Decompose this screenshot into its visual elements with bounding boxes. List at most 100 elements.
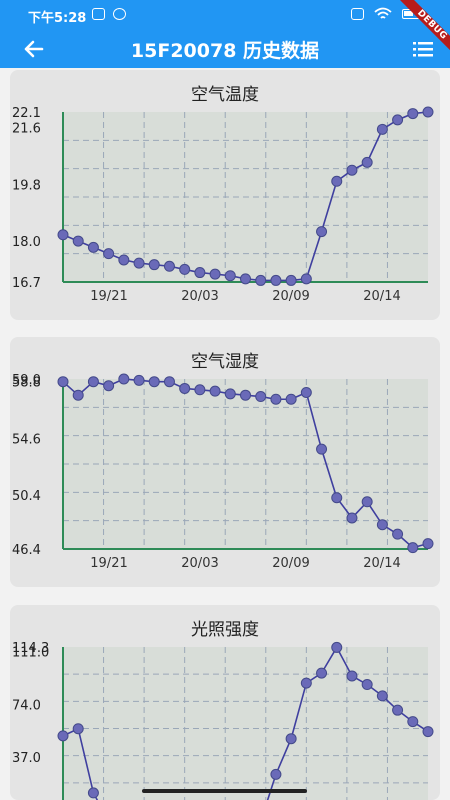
x-tick-label: 20/14 [363, 289, 400, 304]
data-point [163, 260, 175, 272]
data-point [392, 114, 404, 126]
data-point [361, 496, 373, 508]
data-point [103, 380, 115, 392]
home-indicator[interactable] [142, 789, 307, 793]
data-point [300, 677, 312, 689]
data-point [87, 787, 99, 799]
y-tick-label: 46.4 [12, 543, 41, 558]
sim-icon [351, 8, 364, 20]
data-point [163, 376, 175, 388]
data-point [422, 538, 434, 550]
data-point [331, 492, 343, 504]
y-tick-label: 50.4 [12, 489, 41, 504]
data-point [57, 229, 69, 241]
data-point [57, 376, 69, 388]
data-point [148, 259, 160, 271]
data-point [285, 393, 297, 405]
debug-label: DEBUG [400, 0, 450, 57]
data-point [422, 106, 434, 118]
data-point [103, 248, 115, 260]
data-point [316, 667, 328, 679]
data-point [376, 519, 388, 531]
x-tick-label: 19/21 [90, 289, 127, 304]
data-point [346, 512, 358, 524]
data-point [194, 384, 206, 396]
data-point [179, 382, 191, 394]
data-point [346, 164, 358, 176]
temperature-chart: 22.121.6 19.8 18.0 16.7 19/21 20/03 20/09 20/14 [12, 106, 434, 304]
page-title: 15F20078 历史数据 [130, 40, 320, 62]
data-point [361, 156, 373, 168]
debug-banner: DEBUG [390, 0, 450, 60]
data-point [300, 273, 312, 285]
data-point [255, 391, 267, 403]
y-tick-label: 19.8 [12, 178, 41, 193]
data-point [72, 389, 84, 401]
data-point [118, 254, 130, 266]
data-point [316, 443, 328, 455]
data-point [209, 268, 221, 280]
data-point [133, 257, 145, 269]
data-point [148, 376, 160, 388]
data-point [331, 175, 343, 187]
data-point [407, 542, 419, 554]
y-tick-label: 37.0 [12, 751, 41, 766]
data-point [72, 723, 84, 735]
status-bar: 下午5:28 [0, 0, 450, 30]
data-point [407, 108, 419, 120]
data-point [209, 385, 221, 397]
light-chart-card: 光照强度 114.3 111.0 74.0 37.0 [10, 605, 440, 800]
x-tick-label: 20/03 [181, 556, 218, 571]
y-tick-label: 18.0 [12, 235, 41, 250]
plot-area [63, 647, 428, 800]
data-point [376, 123, 388, 135]
x-tick-label: 20/03 [181, 289, 218, 304]
app-notification-icon [92, 8, 105, 20]
app-bar: 15F20078 历史数据 [0, 30, 450, 68]
data-point [422, 726, 434, 738]
y-tick-label: 21.6 [12, 122, 41, 137]
humidity-chart: 59.058.854.650.446.419/21 20/03 20/09 20/14 [12, 373, 434, 571]
humidity-chart-card: 空气湿度 59.0 58.8 54.6 50.4 46.4 19/21 20/03 20/09… [10, 337, 440, 587]
data-point [285, 733, 297, 745]
data-point [376, 690, 388, 702]
data-point [133, 374, 145, 386]
data-point [285, 274, 297, 286]
x-tick-label: 20/14 [363, 556, 400, 571]
y-tick-label: 22.1 [12, 106, 41, 121]
data-point [392, 528, 404, 540]
data-point [118, 373, 130, 385]
x-tick-label: 19/21 [90, 556, 127, 571]
data-point [270, 393, 282, 405]
data-point [72, 235, 84, 247]
data-point [224, 270, 236, 282]
data-point [87, 241, 99, 253]
y-tick-label: 16.7 [12, 276, 41, 291]
data-point [57, 730, 69, 742]
data-point [270, 768, 282, 780]
y-tick-label: 54.6 [12, 432, 41, 447]
temperature-chart-card: 空气温度 22.1 21.6 19.8 18.0 16.7 19/21 20/03 20/09… [10, 70, 440, 320]
light-chart: 114.3111.074.037.0 [12, 641, 434, 800]
data-point [255, 274, 267, 286]
data-point [407, 716, 419, 728]
data-point [194, 267, 206, 279]
notification-icons [92, 8, 126, 20]
data-point [300, 386, 312, 398]
x-tick-label: 20/09 [272, 556, 309, 571]
data-point [240, 273, 251, 285]
y-tick-label: 74.0 [12, 698, 41, 713]
data-point [331, 641, 343, 653]
y-tick-label: 111.0 [12, 646, 49, 661]
data-point [270, 274, 282, 286]
status-time: 下午5:28 [28, 11, 87, 26]
data-point [392, 704, 404, 716]
data-point [240, 389, 251, 401]
sync-notification-icon [113, 8, 126, 20]
data-point [316, 226, 328, 238]
data-point [224, 388, 236, 400]
y-tick-label: 58.8 [12, 376, 41, 391]
data-point [361, 679, 373, 691]
data-point [87, 376, 99, 388]
data-point [346, 670, 358, 682]
